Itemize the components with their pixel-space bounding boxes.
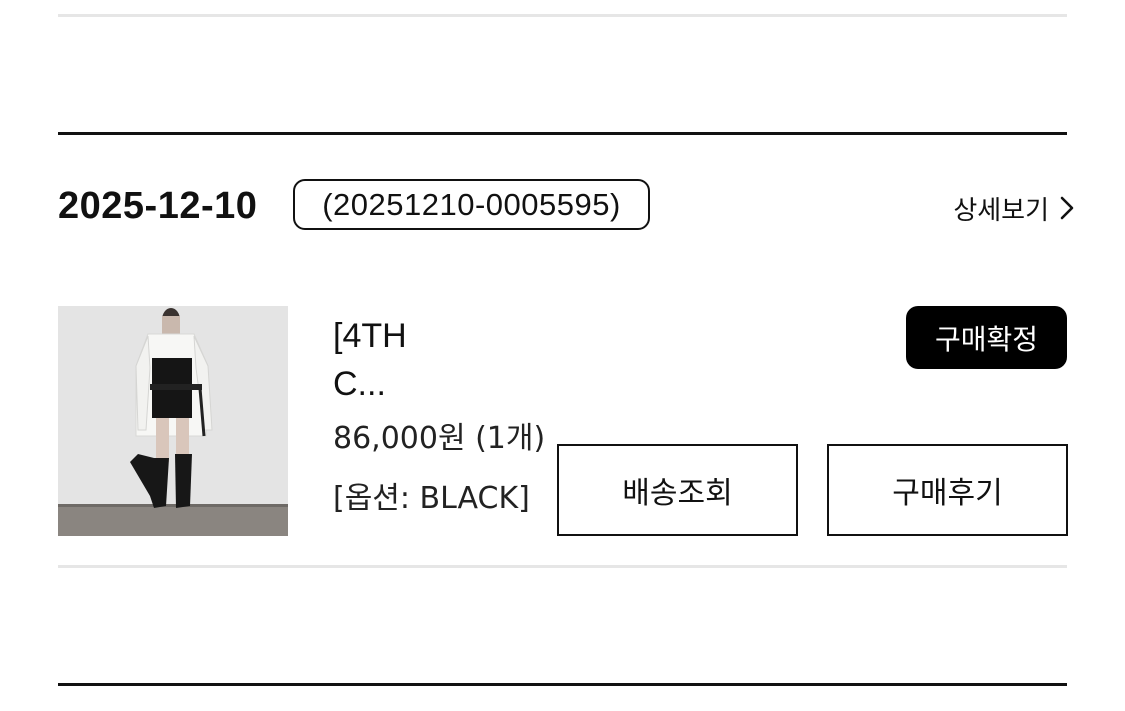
- divider-top: [58, 14, 1067, 17]
- order-status-badge: 구매확정: [906, 306, 1067, 369]
- view-details-link[interactable]: 상세보기: [953, 186, 1075, 230]
- track-delivery-button[interactable]: 배송조회: [557, 444, 798, 536]
- product-option: [옵션: BLACK]: [333, 481, 530, 516]
- product-price: 86,000원 (1개): [333, 421, 546, 456]
- chevron-right-icon: [1059, 195, 1075, 221]
- section-divider-next: [58, 683, 1067, 686]
- order-date: 2025-12-10: [58, 185, 258, 227]
- section-divider: [58, 132, 1067, 135]
- order-number-badge: (20251210-0005595): [293, 179, 650, 230]
- write-review-button[interactable]: 구매후기: [827, 444, 1068, 536]
- divider-item-bottom: [58, 565, 1067, 568]
- product-image[interactable]: [58, 306, 288, 536]
- product-name-line2[interactable]: C...: [333, 360, 386, 408]
- product-name-line1[interactable]: [4TH: [333, 312, 417, 360]
- view-details-label: 상세보기: [953, 195, 1049, 226]
